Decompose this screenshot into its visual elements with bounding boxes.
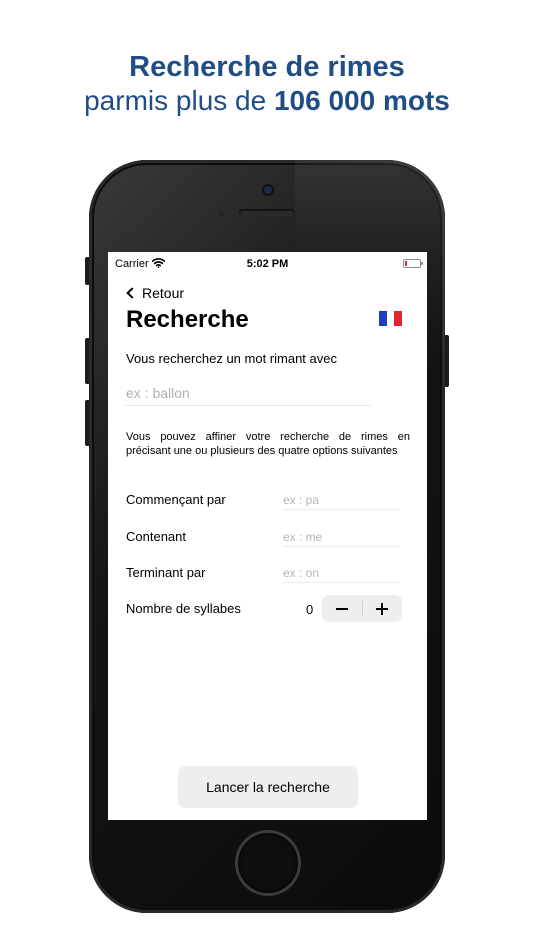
headline-line-1: Recherche de rimes <box>129 51 405 83</box>
app-screen: Carrier 5:02 PM Retour Recherche Vous re… <box>108 252 427 820</box>
flag-blue-band <box>379 311 387 326</box>
rhyme-word-input[interactable] <box>126 380 371 406</box>
launch-search-button[interactable]: Lancer la recherche <box>178 766 358 808</box>
status-bar: Carrier 5:02 PM <box>108 252 427 276</box>
status-time: 5:02 PM <box>246 258 289 270</box>
starts-with-input[interactable] <box>283 490 400 510</box>
search-question-label: Vous recherchez un mot rimant avec <box>126 351 337 366</box>
starts-with-label: Commençant par <box>126 492 226 507</box>
syllables-label: Nombre de syllabes <box>126 601 241 616</box>
contains-input[interactable] <box>283 527 400 547</box>
flag-white-band <box>386 311 395 326</box>
flag-red-band <box>394 311 403 326</box>
headline-line-2: parmis plus de 106 000 mots <box>0 84 534 118</box>
proximity-sensor <box>219 211 224 216</box>
french-flag-icon[interactable] <box>379 311 403 326</box>
battery-icon <box>403 259 423 268</box>
decrement-button[interactable] <box>322 595 362 622</box>
back-button[interactable]: Retour <box>126 285 184 301</box>
page-title: Recherche <box>126 306 249 333</box>
earpiece-speaker <box>239 209 295 217</box>
back-label: Retour <box>142 285 185 301</box>
syllables-stepper[interactable] <box>322 595 402 622</box>
home-button[interactable] <box>238 833 298 893</box>
ends-with-input[interactable] <box>283 563 400 583</box>
front-camera-icon <box>264 186 272 194</box>
ends-with-label: Terminant par <box>126 565 206 580</box>
syllables-count: 0 <box>306 602 314 617</box>
chevron-left-icon <box>126 287 138 299</box>
battery-level <box>405 261 407 266</box>
increment-button[interactable] <box>362 595 402 622</box>
marketing-headline: Recherche de rimes parmis plus de 106 00… <box>0 50 534 118</box>
headline-word-count: 106 000 mots <box>273 85 450 116</box>
refine-info-text: Vous pouvez affiner votre recherche de r… <box>126 431 410 457</box>
contains-label: Contenant <box>126 529 186 544</box>
headline-line-2-prefix: parmis plus de <box>84 85 274 116</box>
